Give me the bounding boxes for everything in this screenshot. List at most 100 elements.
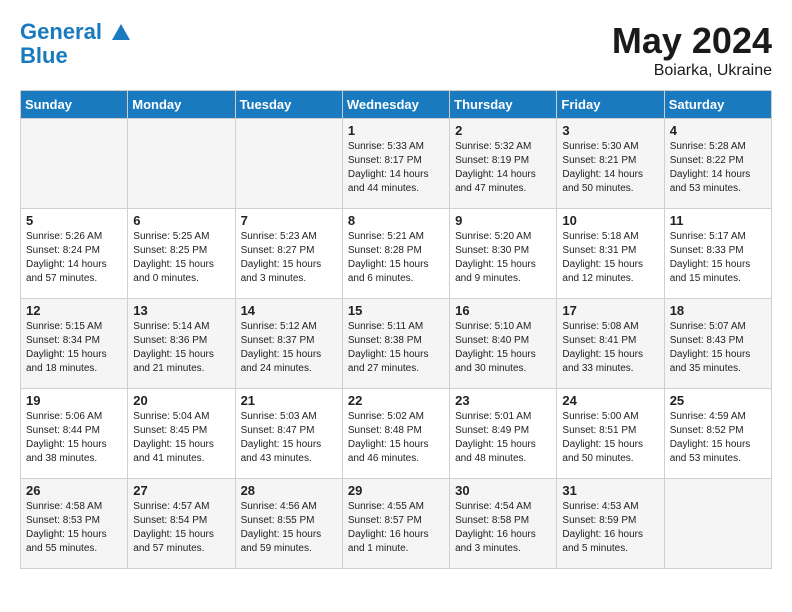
calendar-cell: 30 Sunrise: 4:54 AM Sunset: 8:58 PM Dayli… bbox=[450, 479, 557, 569]
calendar-cell: 24 Sunrise: 5:00 AM Sunset: 8:51 PM Dayli… bbox=[557, 389, 664, 479]
day-info: Sunrise: 5:06 AM Sunset: 8:44 PM Dayligh… bbox=[26, 410, 122, 466]
day-info: Sunrise: 5:12 AM Sunset: 8:37 PM Dayligh… bbox=[241, 320, 337, 376]
day-info: Sunrise: 5:21 AM Sunset: 8:28 PM Dayligh… bbox=[348, 230, 444, 286]
day-info: Sunrise: 5:18 AM Sunset: 8:31 PM Dayligh… bbox=[562, 230, 658, 286]
day-info: Sunrise: 5:25 AM Sunset: 8:25 PM Dayligh… bbox=[133, 230, 229, 286]
day-number: 30 bbox=[455, 483, 551, 498]
day-number: 1 bbox=[348, 123, 444, 138]
location: Boiarka, Ukraine bbox=[612, 62, 772, 80]
calendar-cell: 21 Sunrise: 5:03 AM Sunset: 8:47 PM Dayli… bbox=[235, 389, 342, 479]
day-number: 29 bbox=[348, 483, 444, 498]
day-info: Sunrise: 5:30 AM Sunset: 8:21 PM Dayligh… bbox=[562, 140, 658, 196]
day-info: Sunrise: 5:20 AM Sunset: 8:30 PM Dayligh… bbox=[455, 230, 551, 286]
day-info: Sunrise: 4:54 AM Sunset: 8:58 PM Dayligh… bbox=[455, 500, 551, 556]
day-info: Sunrise: 5:02 AM Sunset: 8:48 PM Dayligh… bbox=[348, 410, 444, 466]
day-number: 4 bbox=[670, 123, 766, 138]
calendar-cell: 29 Sunrise: 4:55 AM Sunset: 8:57 PM Dayli… bbox=[342, 479, 449, 569]
logo-text: General bbox=[20, 20, 132, 44]
logo: General Blue bbox=[20, 20, 132, 68]
calendar-cell: 28Sunrise: 4:56 AM Sunset: 8:55 PM Dayli… bbox=[235, 479, 342, 569]
day-number: 13 bbox=[133, 303, 229, 318]
day-info: Sunrise: 5:01 AM Sunset: 8:49 PM Dayligh… bbox=[455, 410, 551, 466]
day-info: Sunrise: 5:04 AM Sunset: 8:45 PM Dayligh… bbox=[133, 410, 229, 466]
logo-blue: Blue bbox=[20, 44, 132, 68]
calendar-cell: 7 Sunrise: 5:23 AM Sunset: 8:27 PM Daylig… bbox=[235, 209, 342, 299]
calendar-cell: 25 Sunrise: 4:59 AM Sunset: 8:52 PM Dayli… bbox=[664, 389, 771, 479]
day-number: 6 bbox=[133, 213, 229, 228]
day-number: 31 bbox=[562, 483, 658, 498]
day-number: 27 bbox=[133, 483, 229, 498]
day-number: 17 bbox=[562, 303, 658, 318]
calendar-cell: 15 Sunrise: 5:11 AM Sunset: 8:38 PM Dayli… bbox=[342, 299, 449, 389]
day-number: 5 bbox=[26, 213, 122, 228]
day-number: 24 bbox=[562, 393, 658, 408]
day-number: 11 bbox=[670, 213, 766, 228]
day-number: 7 bbox=[241, 213, 337, 228]
day-number: 21 bbox=[241, 393, 337, 408]
day-info: Sunrise: 5:03 AM Sunset: 8:47 PM Dayligh… bbox=[241, 410, 337, 466]
page-header: General Blue May 2024 Boiarka, Ukraine bbox=[20, 20, 772, 80]
day-number: 2 bbox=[455, 123, 551, 138]
logo-icon bbox=[110, 22, 132, 44]
day-number: 15 bbox=[348, 303, 444, 318]
calendar-cell: 1 Sunrise: 5:33 AM Sunset: 8:17 PM Daylig… bbox=[342, 119, 449, 209]
calendar-cell: 11 Sunrise: 5:17 AM Sunset: 8:33 PM Dayli… bbox=[664, 209, 771, 299]
day-info: Sunrise: 5:14 AM Sunset: 8:36 PM Dayligh… bbox=[133, 320, 229, 376]
weekday-header-friday: Friday bbox=[557, 91, 664, 119]
calendar-cell bbox=[235, 119, 342, 209]
day-info: Sunrise: 5:00 AM Sunset: 8:51 PM Dayligh… bbox=[562, 410, 658, 466]
day-number: 19 bbox=[26, 393, 122, 408]
day-info: Sunrise: 5:15 AM Sunset: 8:34 PM Dayligh… bbox=[26, 320, 122, 376]
day-number: 18 bbox=[670, 303, 766, 318]
calendar-cell: 19 Sunrise: 5:06 AM Sunset: 8:44 PM Dayli… bbox=[21, 389, 128, 479]
day-info: Sunrise: 4:59 AM Sunset: 8:52 PM Dayligh… bbox=[670, 410, 766, 466]
day-info: Sunrise: 5:33 AM Sunset: 8:17 PM Dayligh… bbox=[348, 140, 444, 196]
calendar-cell: 13 Sunrise: 5:14 AM Sunset: 8:36 PM Dayli… bbox=[128, 299, 235, 389]
calendar-cell: 8Sunrise: 5:21 AM Sunset: 8:28 PM Daylig… bbox=[342, 209, 449, 299]
calendar-cell: 27 Sunrise: 4:57 AM Sunset: 8:54 PM Dayli… bbox=[128, 479, 235, 569]
calendar-cell: 18 Sunrise: 5:07 AM Sunset: 8:43 PM Dayli… bbox=[664, 299, 771, 389]
calendar-cell: 3 Sunrise: 5:30 AM Sunset: 8:21 PM Daylig… bbox=[557, 119, 664, 209]
calendar-cell: 20Sunrise: 5:04 AM Sunset: 8:45 PM Dayli… bbox=[128, 389, 235, 479]
day-info: Sunrise: 5:17 AM Sunset: 8:33 PM Dayligh… bbox=[670, 230, 766, 286]
weekday-header-monday: Monday bbox=[128, 91, 235, 119]
day-info: Sunrise: 5:23 AM Sunset: 8:27 PM Dayligh… bbox=[241, 230, 337, 286]
calendar-cell: 6 Sunrise: 5:25 AM Sunset: 8:25 PM Daylig… bbox=[128, 209, 235, 299]
calendar-cell: 10 Sunrise: 5:18 AM Sunset: 8:31 PM Dayli… bbox=[557, 209, 664, 299]
calendar-cell: 12 Sunrise: 5:15 AM Sunset: 8:34 PM Dayli… bbox=[21, 299, 128, 389]
month-year: May 2024 bbox=[612, 20, 772, 62]
calendar-cell bbox=[21, 119, 128, 209]
weekday-header-wednesday: Wednesday bbox=[342, 91, 449, 119]
day-number: 23 bbox=[455, 393, 551, 408]
day-info: Sunrise: 5:10 AM Sunset: 8:40 PM Dayligh… bbox=[455, 320, 551, 376]
weekday-header-tuesday: Tuesday bbox=[235, 91, 342, 119]
day-number: 9 bbox=[455, 213, 551, 228]
day-info: Sunrise: 5:07 AM Sunset: 8:43 PM Dayligh… bbox=[670, 320, 766, 376]
day-number: 26 bbox=[26, 483, 122, 498]
calendar-cell: 2 Sunrise: 5:32 AM Sunset: 8:19 PM Daylig… bbox=[450, 119, 557, 209]
calendar-cell bbox=[128, 119, 235, 209]
day-info: Sunrise: 5:26 AM Sunset: 8:24 PM Dayligh… bbox=[26, 230, 122, 286]
day-info: Sunrise: 5:08 AM Sunset: 8:41 PM Dayligh… bbox=[562, 320, 658, 376]
day-info: Sunrise: 4:53 AM Sunset: 8:59 PM Dayligh… bbox=[562, 500, 658, 556]
day-number: 3 bbox=[562, 123, 658, 138]
day-info: Sunrise: 5:11 AM Sunset: 8:38 PM Dayligh… bbox=[348, 320, 444, 376]
calendar-cell: 4 Sunrise: 5:28 AM Sunset: 8:22 PM Daylig… bbox=[664, 119, 771, 209]
day-number: 22 bbox=[348, 393, 444, 408]
day-info: Sunrise: 4:57 AM Sunset: 8:54 PM Dayligh… bbox=[133, 500, 229, 556]
day-number: 12 bbox=[26, 303, 122, 318]
calendar-cell: 9 Sunrise: 5:20 AM Sunset: 8:30 PM Daylig… bbox=[450, 209, 557, 299]
weekday-header-thursday: Thursday bbox=[450, 91, 557, 119]
calendar-cell bbox=[664, 479, 771, 569]
calendar-cell: 14Sunrise: 5:12 AM Sunset: 8:37 PM Dayli… bbox=[235, 299, 342, 389]
calendar-cell: 23 Sunrise: 5:01 AM Sunset: 8:49 PM Dayli… bbox=[450, 389, 557, 479]
day-number: 25 bbox=[670, 393, 766, 408]
calendar-table: SundayMondayTuesdayWednesdayThursdayFrid… bbox=[20, 90, 772, 569]
calendar-cell: 16Sunrise: 5:10 AM Sunset: 8:40 PM Dayli… bbox=[450, 299, 557, 389]
calendar-cell: 17 Sunrise: 5:08 AM Sunset: 8:41 PM Dayli… bbox=[557, 299, 664, 389]
day-info: Sunrise: 4:56 AM Sunset: 8:55 PM Dayligh… bbox=[241, 500, 337, 556]
day-info: Sunrise: 4:55 AM Sunset: 8:57 PM Dayligh… bbox=[348, 500, 444, 556]
day-number: 10 bbox=[562, 213, 658, 228]
day-info: Sunrise: 5:28 AM Sunset: 8:22 PM Dayligh… bbox=[670, 140, 766, 196]
day-info: Sunrise: 5:32 AM Sunset: 8:19 PM Dayligh… bbox=[455, 140, 551, 196]
